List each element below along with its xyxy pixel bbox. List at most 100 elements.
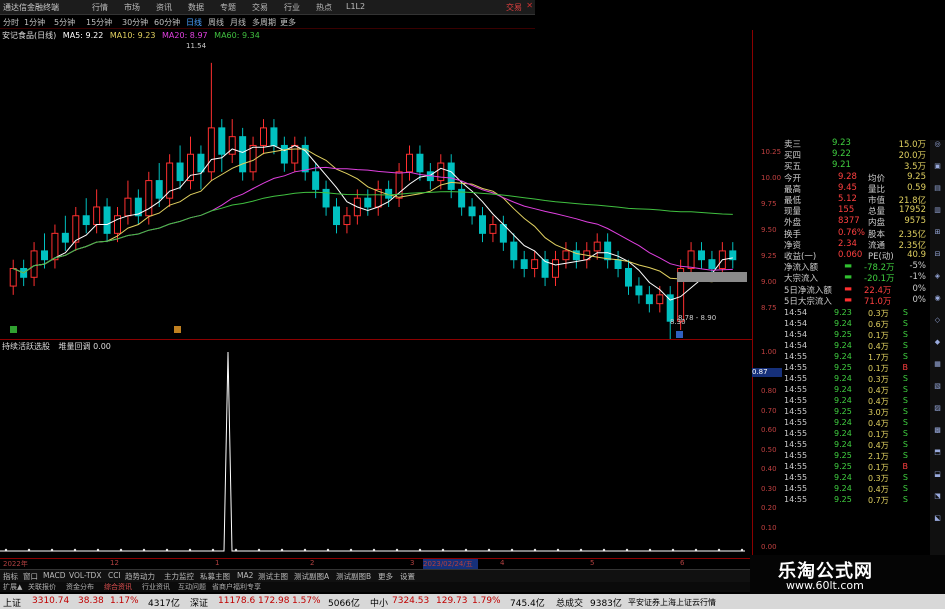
tick-time: 14:55 [784,418,808,427]
period-tab-30min[interactable]: 30分钟 [122,17,148,28]
menu-item-industry[interactable]: 行业 [284,2,300,13]
toolbar-tool-icon[interactable]: ⬔ [932,492,943,503]
menu-item-data[interactable]: 数据 [188,2,204,13]
candle [635,277,643,304]
tick-price: 9.25 [834,495,852,504]
tab-fund-dist[interactable]: 资金分布 [66,582,94,592]
tab-main-monitor[interactable]: 主力监控 [164,571,194,582]
indicator-tick: 0.30 [761,484,777,493]
candle [61,215,69,251]
tab-ma2[interactable]: MA2 [237,571,253,580]
toolbar-tool-icon[interactable]: ▩ [932,426,943,437]
toolbar-tool-icon[interactable]: ◆ [932,338,943,349]
toolbar-tool-icon[interactable]: ⊟ [932,250,943,261]
tab-qa[interactable]: 互动问题 [178,582,206,592]
sh-label[interactable]: 上证 [3,596,21,609]
period-tab-monthly[interactable]: 月线 [230,17,246,28]
toolbar-tool-icon[interactable]: ⬒ [932,448,943,459]
tab-settings[interactable]: 设置 [400,571,415,582]
menu-item-trade[interactable]: 交易 [252,2,268,13]
stat-row: 最高 9.45 量比 0.59 [782,183,930,195]
tab-indicator[interactable]: 指标 [3,571,18,582]
tick-time: 14:55 [784,363,808,372]
toolbar-tool-icon[interactable]: ▤ [932,184,943,195]
candle-body [406,153,413,173]
tab-test-sub-b[interactable]: 测试副图B [336,571,371,582]
title-bar: 通达信金融终端 行情 市场 资讯 数据 专题 交易 行业 热点 L1L2 交易 … [0,0,535,15]
toolbar-tool-icon[interactable]: ⬕ [932,514,943,525]
period-tab-weekly[interactable]: 周线 [208,17,224,28]
menu-item-l1l2[interactable]: L1L2 [346,2,365,11]
tick-side: S [902,451,908,460]
tab-test-main[interactable]: 测试主图 [258,571,288,582]
toolbar-tool-icon[interactable]: ◇ [932,316,943,327]
price-tick: 10.25 [761,148,782,156]
menu-item-market[interactable]: 市场 [124,2,140,13]
tab-test-sub-a[interactable]: 测试副图A [294,571,329,582]
tick-time: 14:54 [784,330,808,339]
period-tab-15min[interactable]: 15分钟 [86,17,112,28]
toolbar-tool-icon[interactable]: ▧ [932,382,943,393]
tab-window[interactable]: 窗口 [23,571,38,582]
total-value: 9383亿 [590,599,622,609]
tab-industry-news[interactable]: 行业资讯 [142,582,170,592]
close-icon[interactable]: ✕ [526,1,533,10]
candle [239,127,247,181]
price-tick: 9.00 [761,278,777,286]
tab-cci[interactable]: CCI [108,571,121,580]
kline-chart[interactable]: 8.78 - 8.90 11.54 8.30 [0,30,750,340]
period-tab-more[interactable]: 更多 [280,17,296,28]
zx-label[interactable]: 中小 [370,596,388,609]
tab-trend[interactable]: 趋势动力 [125,571,155,582]
tab-private-main[interactable]: 私募主图 [200,571,230,582]
tab-macd[interactable]: MACD [43,571,65,580]
tick-side: B [902,363,909,372]
tab-composite-news[interactable]: 综合资讯 [104,582,132,592]
menu-item-topics[interactable]: 专题 [220,2,236,13]
toolbar-tool-icon[interactable]: ⬓ [932,470,943,481]
period-tab-intraday[interactable]: 分时 [3,17,19,28]
tab-vol-tdx[interactable]: VOL-TDX [69,571,101,580]
period-tab-1min[interactable]: 1分钟 [24,17,45,28]
trade-button[interactable]: 交易 [506,2,522,13]
candle [134,189,142,225]
menu-item-news[interactable]: 资讯 [156,2,172,13]
menu-item-hot[interactable]: 热点 [316,2,332,13]
candle [499,215,507,251]
sh-amount: 4317亿 [148,599,180,609]
tab-related-quote[interactable]: 关联报价 [28,582,56,592]
candle [72,206,80,251]
tick-volume: 0.1万 [868,364,889,373]
period-tab-multi[interactable]: 多周期 [252,17,276,28]
high-label: 11.54 [186,42,207,50]
flow-label: 5日大宗流入 [784,296,832,307]
toolbar-tool-icon[interactable]: ⊞ [932,228,943,239]
toolbar-tool-icon[interactable]: ▣ [932,162,943,173]
period-tab-daily[interactable]: 日线 [186,17,202,28]
tick-volume: 0.6万 [868,320,889,329]
toolbar-tool-icon[interactable]: ◈ [932,272,943,283]
period-tab-5min[interactable]: 5分钟 [54,17,75,28]
tab-extend[interactable]: 扩展▲ [3,582,22,592]
order-price: 9.21 [832,160,851,171]
flow-row: 5日大宗流入 ▬ 71.0万 0% [782,295,930,307]
toolbar-tool-icon[interactable]: ▨ [932,404,943,415]
toolbar-tool-icon[interactable]: ▥ [932,206,943,217]
indicator-tick: 0.60 [761,426,777,434]
tab-merchant[interactable]: 省商户福利专享 [212,582,261,592]
tab-more[interactable]: 更多 [378,571,393,582]
candle [541,250,549,287]
ma5-line [13,144,733,301]
stat-value: 9.28 [838,171,857,182]
candle-body [228,136,236,155]
tick-volume: 0.4万 [868,419,889,428]
menu-item-quotes[interactable]: 行情 [92,2,108,13]
sz-label[interactable]: 深证 [190,596,208,609]
toolbar-tool-icon[interactable]: ◎ [932,140,943,151]
period-bar: 分时 1分钟 5分钟 15分钟 30分钟 60分钟 日线 周线 月线 多周期 更… [0,15,535,29]
toolbar-tool-icon[interactable]: ◉ [932,294,943,305]
tick-price: 9.24 [834,341,852,350]
toolbar-tool-icon[interactable]: ▦ [932,360,943,371]
period-tab-60min[interactable]: 60分钟 [154,17,180,28]
indicator-chart[interactable] [0,350,750,558]
